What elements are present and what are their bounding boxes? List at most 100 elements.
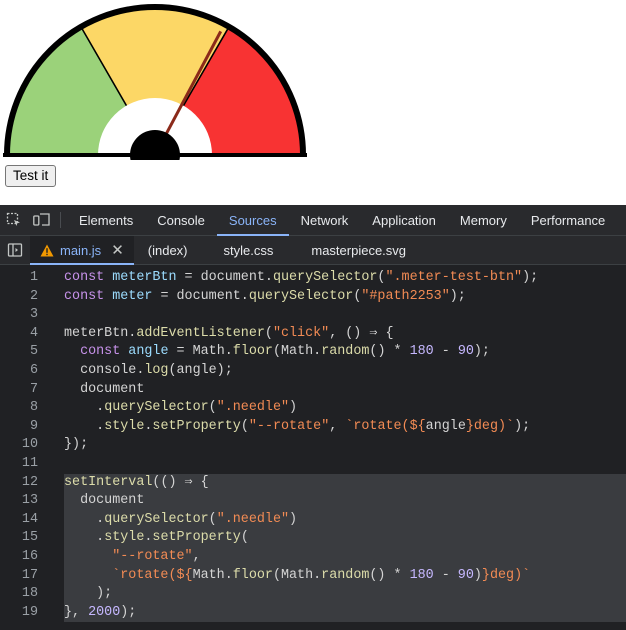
code-token: ( xyxy=(240,418,249,434)
line-number[interactable]: 16 xyxy=(0,548,38,567)
code-line: 1 const meterBtn = document.querySelector… xyxy=(0,269,626,288)
line-number[interactable]: 10 xyxy=(0,436,38,455)
code-editor[interactable]: 1 const meterBtn = document.querySelector… xyxy=(0,265,626,630)
line-number[interactable]: 4 xyxy=(0,325,38,344)
code-text: const meter = document.querySelector("#p… xyxy=(64,288,626,307)
code-token: ".needle" xyxy=(216,511,290,527)
file-tab-masterpiece-svg[interactable]: masterpiece.svg xyxy=(301,236,416,264)
code-text: const meterBtn = document.querySelector(… xyxy=(64,269,626,288)
file-tab-label: (index) xyxy=(147,242,188,258)
code-token: ) xyxy=(289,400,298,416)
code-token: log xyxy=(144,363,169,378)
devtools-panel: Elements Console Sources Network Applica… xyxy=(0,205,626,630)
code-line: 11 xyxy=(0,455,626,474)
device-toolbar-icon[interactable] xyxy=(28,205,56,235)
line-number[interactable]: 18 xyxy=(0,585,38,604)
code-token: }deg)` xyxy=(481,567,531,583)
code-token: setInterval xyxy=(64,474,153,490)
code-token: = Math. xyxy=(168,344,233,360)
code-token: `rotate(${ xyxy=(112,567,193,583)
code-token: () * xyxy=(369,567,410,583)
code-line: 18 ); xyxy=(0,585,626,604)
line-number[interactable]: 5 xyxy=(0,343,38,362)
code-token: addEventListener xyxy=(136,325,265,341)
code-token: ) xyxy=(473,567,482,583)
line-number[interactable]: 15 xyxy=(0,529,38,548)
code-text: console.log(angle); xyxy=(64,362,626,381)
line-number[interactable]: 3 xyxy=(0,306,38,325)
code-text: .style.setProperty("--rotate", `rotate($… xyxy=(64,418,626,437)
code-token: ".needle" xyxy=(216,400,290,416)
code-token: setProperty xyxy=(152,418,241,434)
code-token: "--rotate" xyxy=(248,418,330,434)
code-line: 13 document xyxy=(0,492,626,511)
tab-elements[interactable]: Elements xyxy=(67,205,145,235)
code-token: "--rotate" xyxy=(112,549,193,564)
inspect-element-icon[interactable] xyxy=(0,205,28,235)
code-token: , xyxy=(329,418,346,434)
code-token: const xyxy=(80,344,129,360)
tab-application[interactable]: Application xyxy=(360,205,448,235)
code-text: }, 2000); xyxy=(64,603,626,623)
code-token: querySelector xyxy=(272,270,378,285)
code-token: meterBtn xyxy=(112,270,177,285)
code-text: document xyxy=(64,492,626,511)
tab-memory[interactable]: Memory xyxy=(448,205,519,235)
code-token: document xyxy=(64,381,145,397)
code-token: - xyxy=(433,567,458,583)
line-number[interactable]: 9 xyxy=(0,418,38,437)
code-token: 180 xyxy=(409,567,434,583)
code-token: ( xyxy=(208,511,217,527)
code-text: `rotate(${Math.floor(Math.random() * 180… xyxy=(64,566,626,586)
file-tab-label: main.js xyxy=(60,242,102,258)
code-token: ); xyxy=(449,288,466,304)
code-line: 9 .style.setProperty("--rotate", `rotate… xyxy=(0,418,626,437)
toolbar-divider xyxy=(60,212,61,228)
code-line: 2 const meter = document.querySelector("#… xyxy=(0,288,626,307)
code-token: console. xyxy=(64,363,145,378)
close-icon[interactable]: ✕ xyxy=(111,241,124,259)
code-text: const angle = Math.floor(Math.random() *… xyxy=(64,343,626,362)
code-line: 3 xyxy=(0,306,626,325)
line-number[interactable]: 17 xyxy=(0,567,38,586)
line-number[interactable]: 13 xyxy=(0,492,38,511)
code-token: () xyxy=(369,344,394,360)
line-number[interactable]: 14 xyxy=(0,511,38,530)
code-line: 19 }, 2000); xyxy=(0,603,626,623)
line-number[interactable]: 6 xyxy=(0,362,38,381)
code-token: style xyxy=(104,530,145,546)
line-number[interactable]: 2 xyxy=(0,288,38,307)
code-text: }); xyxy=(64,436,626,455)
code-line: 17 `rotate(${Math.floor(Math.random() * … xyxy=(0,566,626,586)
code-token: * xyxy=(393,344,410,360)
line-number[interactable]: 7 xyxy=(0,381,38,400)
file-tab-index[interactable]: (index) xyxy=(134,236,214,264)
test-it-button[interactable]: Test it xyxy=(5,165,57,187)
line-number[interactable]: 8 xyxy=(0,399,38,418)
code-token: ) xyxy=(289,511,298,527)
line-number[interactable]: 19 xyxy=(0,604,38,623)
code-token: document. xyxy=(200,270,273,285)
code-token: ); xyxy=(522,270,539,285)
code-token: 180 xyxy=(409,344,434,360)
line-number[interactable]: 12 xyxy=(0,474,38,493)
navigator-toggle-icon[interactable] xyxy=(0,236,30,264)
code-token: ); xyxy=(514,418,531,434)
tab-console[interactable]: Console xyxy=(145,205,217,235)
code-text: setInterval(() ⇒ { xyxy=(64,473,626,493)
line-number[interactable]: 1 xyxy=(0,269,38,288)
file-tab-style-css[interactable]: style.css xyxy=(214,236,302,264)
code-text: .style.setProperty( xyxy=(64,529,626,548)
code-token: }, xyxy=(64,604,89,620)
tab-performance[interactable]: Performance xyxy=(519,205,617,235)
code-token: ); xyxy=(473,344,490,360)
gauge-meter xyxy=(3,4,307,160)
file-tab-main-js[interactable]: main.js ✕ xyxy=(30,236,134,265)
line-number[interactable]: 11 xyxy=(0,455,38,474)
code-token: . xyxy=(64,511,105,527)
code-token: = xyxy=(176,270,201,285)
tab-sources[interactable]: Sources xyxy=(216,205,289,236)
tab-network[interactable]: Network xyxy=(289,205,361,235)
